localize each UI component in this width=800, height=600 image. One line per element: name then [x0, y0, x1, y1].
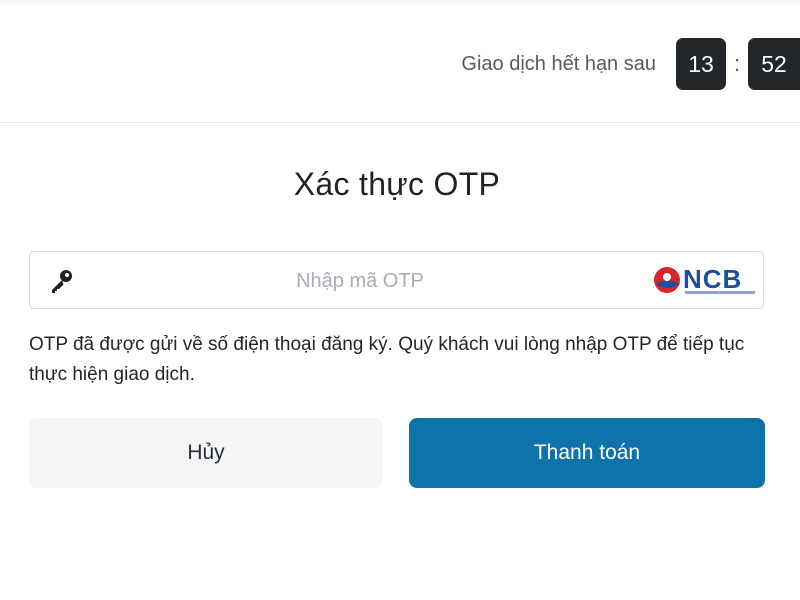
otp-input[interactable] [90, 252, 632, 310]
pay-button[interactable]: Thanh toán [409, 418, 765, 488]
header-shadow [0, 0, 800, 6]
timer-separator: : [733, 51, 741, 76]
key-icon [52, 270, 72, 293]
header-bar: Giao dịch hết hạn sau 13 : 52 [0, 0, 800, 123]
expiry-timer: Giao dịch hết hạn sau 13 : 52 [461, 38, 800, 90]
timer-seconds: 52 [748, 38, 800, 90]
otp-field[interactable]: NCB [29, 251, 764, 310]
cancel-button[interactable]: Hủy [29, 418, 383, 488]
timer-minutes: 13 [676, 38, 726, 90]
bank-logo-tagline [685, 291, 755, 294]
otp-notice: OTP đã được gửi về số điện thoại đăng ký… [29, 334, 745, 385]
otp-page: Giao dịch hết hạn sau 13 : 52 Xác thực O… [0, 0, 800, 600]
page-title: Xác thực OTP [293, 166, 501, 202]
expiry-label: Giao dịch hết hạn sau [461, 52, 656, 75]
ncb-logo: NCB [651, 264, 757, 298]
